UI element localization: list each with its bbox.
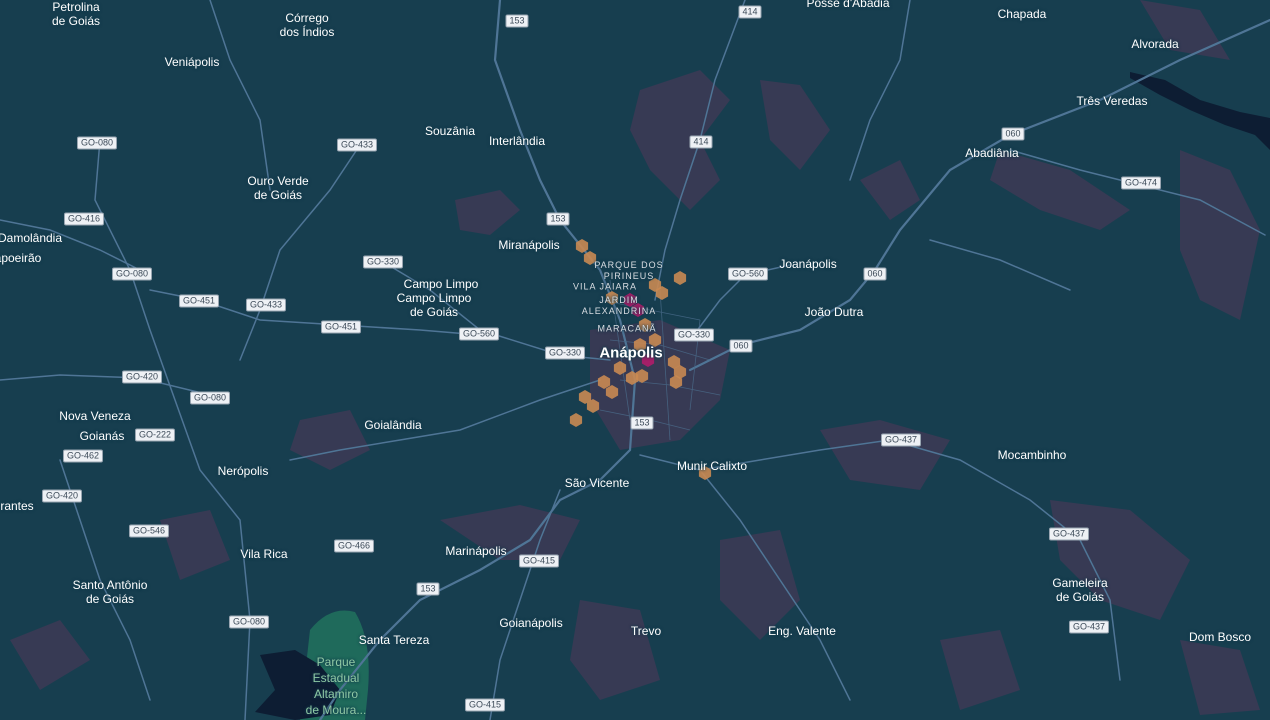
- place-label-sao-vicente[interactable]: São Vicente: [565, 476, 630, 490]
- route-shield: GO-330: [362, 255, 404, 269]
- river: [1130, 72, 1270, 150]
- neighborhood-label-jardim-alexandrina: JARDIM ALEXANDRINA: [581, 295, 657, 316]
- route-shield: 414: [738, 5, 762, 19]
- park-label[interactable]: Parque Estadual Altamiro de Moura...: [306, 654, 367, 718]
- place-label-santa-tereza[interactable]: Santa Tereza: [359, 633, 430, 647]
- heat-hex: [569, 413, 583, 427]
- place-label-pirapoeirao[interactable]: apoeirão: [0, 251, 41, 265]
- place-label-petrolina[interactable]: Petrolina de Goiás: [52, 0, 100, 28]
- place-label-joanapolis[interactable]: Joanápolis: [779, 257, 836, 271]
- place-label-goianapolis[interactable]: Goianápolis: [499, 616, 562, 630]
- route-shield: 153: [505, 14, 529, 28]
- route-shield: GO-415: [464, 698, 506, 712]
- heat-blob: [1180, 150, 1260, 320]
- place-label-campo-limpo-2[interactable]: Campo Limpo de Goiás: [397, 291, 472, 319]
- heat-hex: [673, 271, 687, 285]
- place-label-souzania[interactable]: Souzânia: [425, 124, 475, 138]
- place-label-goianas[interactable]: Goianás: [80, 429, 125, 443]
- place-label-veniapolis[interactable]: Veniápolis: [165, 55, 220, 69]
- route-shield: 153: [546, 212, 570, 226]
- route-shield: GO-462: [62, 449, 104, 463]
- route-shield: GO-433: [336, 138, 378, 152]
- route-shield: 060: [863, 267, 887, 281]
- route-shield: 060: [1001, 127, 1025, 141]
- route-shield: GO-546: [128, 524, 170, 538]
- route-shield: GO-420: [41, 489, 83, 503]
- route-shield: GO-474: [1120, 176, 1162, 190]
- place-label-nerópolis[interactable]: Nerópolis: [218, 464, 269, 478]
- place-label-abadiania[interactable]: Abadiânia: [965, 146, 1018, 160]
- route-shield: GO-437: [1048, 527, 1090, 541]
- place-label-interlandia[interactable]: Interlândia: [489, 134, 545, 148]
- place-label-chapada[interactable]: Chapada: [998, 7, 1047, 21]
- heat-blob: [455, 190, 520, 235]
- heat-blob: [860, 160, 920, 220]
- route-shield: GO-416: [63, 212, 105, 226]
- heat-blob: [630, 70, 730, 210]
- place-label-joao-dutra[interactable]: João Dutra: [805, 305, 864, 319]
- place-label-alvorada[interactable]: Alvorada: [1131, 37, 1178, 51]
- neighborhood-label-vila-jaiara: VILA JAIARA: [572, 281, 638, 292]
- heat-blob: [1140, 0, 1230, 60]
- place-label-anapolis[interactable]: Anápolis: [599, 345, 662, 362]
- heat-blob: [1180, 640, 1260, 715]
- place-label-nova-veneza[interactable]: Nova Veneza: [59, 409, 130, 423]
- map-canvas[interactable]: Petrolina de Goiás Córrego dos Índios Poss…: [0, 0, 1270, 720]
- route-shield: GO-080: [189, 391, 231, 405]
- heat-blob: [160, 510, 230, 580]
- route-shield: GO-466: [333, 539, 375, 553]
- route-shield: 414: [689, 135, 713, 149]
- place-label-damolandia[interactable]: Damolândia: [0, 231, 62, 245]
- route-shield: GO-420: [121, 370, 163, 384]
- heat-blob: [990, 150, 1130, 230]
- route-shield: GO-437: [880, 433, 922, 447]
- heat-blob: [820, 420, 950, 490]
- place-label-vila-rica[interactable]: Vila Rica: [240, 547, 287, 561]
- place-label-munir-calixto[interactable]: Munir Calixto: [677, 459, 747, 473]
- heat-blob: [290, 410, 370, 470]
- place-label-brantes[interactable]: rantes: [0, 499, 33, 513]
- route-shield: GO-560: [727, 267, 769, 281]
- route-shield: GO-437: [1068, 620, 1110, 634]
- route-shield: 153: [416, 582, 440, 596]
- place-label-tres-veredas[interactable]: Três Veredas: [1077, 94, 1148, 108]
- place-label-mocambinho[interactable]: Mocambinho: [998, 448, 1067, 462]
- place-label-goialandia[interactable]: Goialândia: [364, 418, 421, 432]
- heat-blob: [10, 620, 90, 690]
- heat-blob: [760, 80, 830, 170]
- place-label-dom-bosco[interactable]: Dom Bosco: [1189, 630, 1251, 644]
- route-shield: GO-451: [320, 320, 362, 334]
- place-label-corrego[interactable]: Córrego dos Índios: [280, 11, 335, 39]
- place-label-gameleira[interactable]: Gameleira de Goiás: [1052, 576, 1107, 604]
- neighborhood-label-maracana: MARACANÃ: [597, 323, 657, 334]
- place-label-posse[interactable]: Posse d'Abadia: [806, 0, 889, 10]
- road-n: [209, 0, 271, 191]
- route-shield: GO-330: [673, 328, 715, 342]
- place-label-eng-valente[interactable]: Eng. Valente: [768, 624, 836, 638]
- route-shield: GO-080: [76, 136, 118, 150]
- road-go420: [0, 374, 211, 396]
- place-label-miranapolis[interactable]: Miranápolis: [498, 238, 559, 252]
- place-label-ouro-verde[interactable]: Ouro Verde de Goiás: [247, 174, 308, 202]
- route-shield: GO-415: [518, 554, 560, 568]
- heat-blob: [570, 600, 660, 700]
- route-shield: 153: [630, 416, 654, 430]
- route-shield: GO-560: [458, 327, 500, 341]
- neighborhood-label-parque-pirineus: PARQUE DOS PIRINEUS: [594, 260, 664, 281]
- place-label-santo-antonio[interactable]: Santo Antônio de Goiás: [73, 578, 148, 606]
- route-shield: GO-451: [178, 294, 220, 308]
- place-label-campo-limpo-1[interactable]: Campo Limpo: [404, 277, 479, 291]
- route-shield: GO-330: [544, 346, 586, 360]
- route-shield: GO-080: [228, 615, 270, 629]
- road-ne: [849, 0, 911, 181]
- place-label-trevo[interactable]: Trevo: [631, 624, 661, 638]
- place-label-marinapolis[interactable]: Marinápolis: [445, 544, 506, 558]
- road-e: [929, 239, 1071, 291]
- route-shield: 060: [729, 339, 753, 353]
- route-shield: GO-433: [245, 298, 287, 312]
- route-shield: GO-080: [111, 267, 153, 281]
- heat-blob: [940, 630, 1020, 710]
- route-shield: GO-222: [134, 428, 176, 442]
